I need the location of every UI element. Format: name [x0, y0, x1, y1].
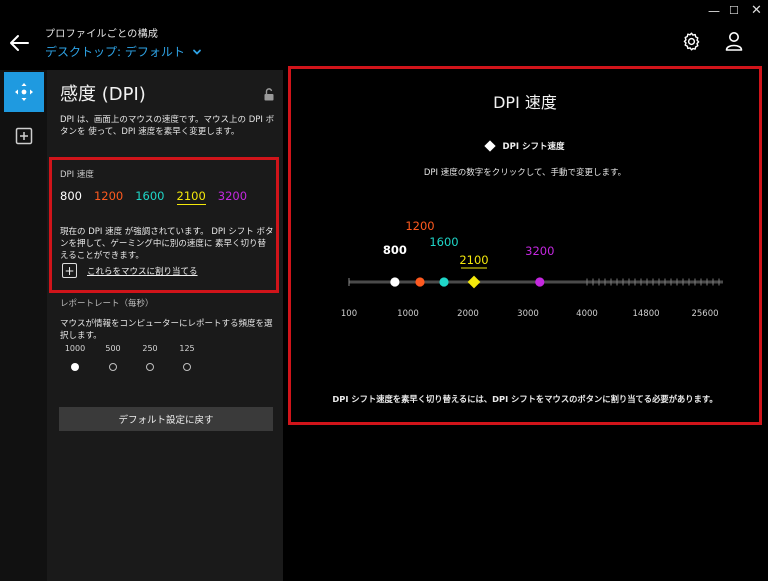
- dpi-value-3200[interactable]: 3200: [218, 188, 247, 205]
- minimize-button[interactable]: —: [708, 4, 720, 18]
- report-rate-option-label: 125: [179, 344, 195, 353]
- report-rate-option-label: 250: [142, 344, 158, 353]
- axis-tick-label: 14800: [632, 309, 659, 319]
- dpi-slider-chart[interactable]: 100 1000 2000 3000 4000 14800 25600 800 1200 1600…: [291, 69, 759, 422]
- axis-tick-label: 4000: [576, 309, 598, 319]
- report-rate-label: レポートレート（毎秒）: [60, 299, 154, 309]
- axis-tick-label: 100: [341, 309, 357, 319]
- axis-tick-label: 1000: [397, 309, 419, 319]
- viz-footer: DPI シフト速度を素早く切り替えるには、DPI シフトをマウスのボタンに割り当…: [332, 394, 718, 404]
- dpi-point-3200: [535, 277, 545, 287]
- dpi-speed-label: DPI 速度: [60, 170, 94, 180]
- header-subtitle: プロファイルごとの構成: [45, 29, 159, 40]
- axis-tick-label: 3000: [517, 309, 539, 319]
- rail-item-dpi[interactable]: [4, 72, 44, 112]
- add-square-icon: [15, 127, 33, 145]
- dpi-point-2100: [467, 275, 481, 289]
- report-rate-radio-500[interactable]: [109, 363, 117, 371]
- dpi-visualization-panel: DPI 速度 DPI シフト速度 DPI 速度の数字をクリックして、手動で変更し…: [288, 66, 762, 425]
- back-arrow-icon[interactable]: [8, 32, 30, 54]
- left-rail: [0, 70, 47, 581]
- dpi-value-2100[interactable]: 2100: [176, 188, 206, 205]
- close-button[interactable]: ✕: [751, 4, 762, 18]
- report-rate-description: マウスが情報をコンピューターにレポートする頻度を選択します。: [60, 319, 273, 341]
- assign-to-mouse-row[interactable]: + これらをマウスに割り当てる: [62, 263, 198, 278]
- settings-panel: 感度 (DPI) DPI は、画面上のマウスの速度です。マウス上の DPI ボタ…: [47, 70, 283, 581]
- dpi-speed-values: 800 1200 1600 2100 3200: [60, 188, 247, 205]
- gear-icon[interactable]: [681, 31, 702, 52]
- axis-tick-label: 25600: [691, 309, 718, 319]
- report-rate-option-label: 500: [105, 344, 121, 353]
- dpi-point-label: 3200: [525, 244, 554, 258]
- dpi-value-1200[interactable]: 1200: [94, 188, 123, 205]
- dpi-point-1600: [439, 277, 449, 287]
- panel-description: DPI は、画面上のマウスの速度です。マウス上の DPI ボタンを 使って、DP…: [60, 115, 275, 137]
- dpi-speed-note: 現在の DPI 速度 が強調されています。 DPI シフト ボタンを押して、ゲー…: [60, 227, 274, 261]
- dpi-point-800: [390, 277, 400, 287]
- assign-to-mouse-link[interactable]: これらをマウスに割り当てる: [87, 265, 198, 277]
- report-rate-radio-250[interactable]: [146, 363, 154, 371]
- plus-square-icon[interactable]: +: [62, 263, 77, 278]
- maximize-button[interactable]: ☐: [729, 4, 739, 18]
- dpi-value-800[interactable]: 800: [60, 188, 82, 205]
- user-icon[interactable]: [725, 31, 743, 51]
- dpi-point-label: 2100: [459, 253, 488, 267]
- dpi-point-label: 800: [383, 243, 407, 257]
- report-rate-option-label: 1000: [64, 344, 86, 353]
- chevron-down-icon: [192, 49, 201, 55]
- profile-selector[interactable]: デスクトップ: デフォルト: [45, 43, 202, 60]
- dpi-value-1600[interactable]: 1600: [135, 188, 164, 205]
- dpi-move-icon: [15, 83, 33, 101]
- panel-title: 感度 (DPI): [60, 84, 146, 105]
- rail-item-add[interactable]: [4, 116, 44, 156]
- report-rate-radio-1000[interactable]: [71, 363, 79, 371]
- unlock-icon[interactable]: [263, 88, 275, 101]
- profile-title: デスクトップ: デフォルト: [45, 45, 185, 59]
- dpi-speed-section: DPI 速度 800 1200 1600 2100 3200 現在の DPI 速…: [49, 157, 276, 291]
- report-rate-radio-125[interactable]: [183, 363, 191, 371]
- axis-tick-label: 2000: [457, 309, 479, 319]
- dpi-point-label: 1200: [405, 219, 434, 233]
- dpi-point-label: 1600: [429, 235, 458, 249]
- reset-defaults-button[interactable]: デフォルト設定に戻す: [59, 407, 273, 431]
- dpi-point-1200: [415, 277, 425, 287]
